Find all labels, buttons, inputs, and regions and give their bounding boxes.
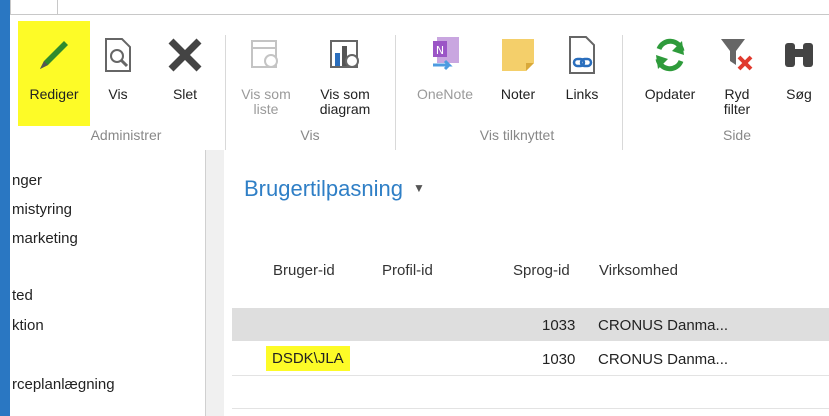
chart-view-icon	[323, 33, 367, 82]
link-icon	[560, 33, 604, 82]
binoculars-icon	[777, 33, 821, 82]
table-row[interactable]: 1033 CRONUS Danma...	[232, 308, 829, 341]
group-divider	[395, 35, 396, 150]
links-label: Links	[565, 86, 599, 102]
view-button[interactable]: Vis	[96, 21, 140, 126]
group-label-administrer: Administrer	[90, 127, 162, 143]
nav-item[interactable]: nger	[12, 172, 42, 189]
search-label: Søg	[786, 86, 812, 102]
notes-button[interactable]: Noter	[490, 21, 546, 126]
links-button[interactable]: Links	[556, 21, 608, 126]
delete-button-label: Slet	[172, 86, 198, 102]
view-as-chart-label: Vis som diagram	[319, 86, 371, 117]
group-label-vis: Vis	[300, 127, 320, 143]
nav-item[interactable]: ktion	[12, 317, 44, 334]
cell-sprog-id: 1030	[542, 351, 576, 368]
page-title[interactable]: Brugertilpasning ▼	[244, 176, 425, 202]
refresh-icon	[648, 33, 692, 82]
view-as-list-button[interactable]: Vis som liste	[236, 21, 296, 126]
svg-text:N: N	[436, 44, 444, 57]
ribbon: Rediger Vis Slet Vis som liste Vis som d…	[10, 14, 829, 151]
chevron-down-icon[interactable]: ▼	[413, 181, 425, 195]
group-label-vis-tilknyttet: Vis tilknyttet	[479, 127, 555, 143]
view-as-chart-button[interactable]: Vis som diagram	[304, 21, 386, 126]
navigation-pane: nger mistyring marketing ted ktion rcepl…	[10, 150, 206, 416]
clear-filter-label: Ryd filter	[723, 86, 751, 117]
refresh-button[interactable]: Opdater	[634, 21, 706, 126]
page-title-text: Brugertilpasning	[244, 176, 403, 201]
cell-bruger-id: DSDK\JLA	[266, 346, 350, 371]
ribbon-tab[interactable]	[10, 0, 58, 15]
column-header-bruger-id[interactable]: Bruger-id	[273, 262, 335, 279]
edit-button[interactable]: Rediger	[18, 21, 90, 126]
column-header-virksomhed[interactable]: Virksomhed	[599, 262, 678, 279]
note-icon	[496, 33, 540, 82]
list-page: Brugertilpasning ▼ Bruger-id Profil-id Sp…	[224, 150, 829, 416]
row-divider	[232, 408, 829, 409]
view-document-icon	[96, 33, 140, 82]
group-label-side: Side	[722, 127, 752, 143]
row-divider	[232, 375, 829, 376]
column-header-profil-id[interactable]: Profil-id	[382, 262, 433, 279]
view-as-list-label: Vis som liste	[241, 86, 291, 117]
notes-label: Noter	[500, 86, 536, 102]
pencil-icon	[32, 33, 76, 82]
cell-sprog-id: 1033	[542, 317, 576, 334]
delete-button[interactable]: Slet	[160, 21, 210, 126]
edit-button-label: Rediger	[29, 86, 79, 102]
onenote-label: OneNote	[416, 86, 474, 102]
pane-gutter	[206, 150, 224, 416]
column-header-sprog-id[interactable]: Sprog-id	[513, 262, 570, 279]
nav-item[interactable]: rceplanlægning	[12, 376, 115, 393]
search-button[interactable]: Søg	[774, 21, 824, 126]
nav-item[interactable]: mistyring	[12, 201, 72, 218]
view-button-label: Vis	[108, 86, 128, 102]
nav-item[interactable]: marketing	[12, 230, 78, 247]
onenote-button[interactable]: N OneNote	[406, 21, 484, 126]
refresh-label: Opdater	[644, 86, 696, 102]
onenote-icon: N	[423, 33, 467, 82]
table-row[interactable]: DSDK\JLA 1030 CRONUS Danma...	[232, 342, 829, 375]
window-frame-left	[0, 0, 10, 416]
nav-item[interactable]: ted	[12, 287, 33, 304]
cell-virksomhed: CRONUS Danma...	[598, 317, 729, 334]
delete-x-icon	[163, 33, 207, 82]
cell-virksomhed: CRONUS Danma...	[598, 351, 729, 368]
clear-filter-button[interactable]: Ryd filter	[710, 21, 764, 126]
group-divider	[225, 35, 226, 150]
list-view-icon	[244, 33, 288, 82]
clear-filter-icon	[715, 33, 759, 82]
group-divider	[622, 35, 623, 150]
